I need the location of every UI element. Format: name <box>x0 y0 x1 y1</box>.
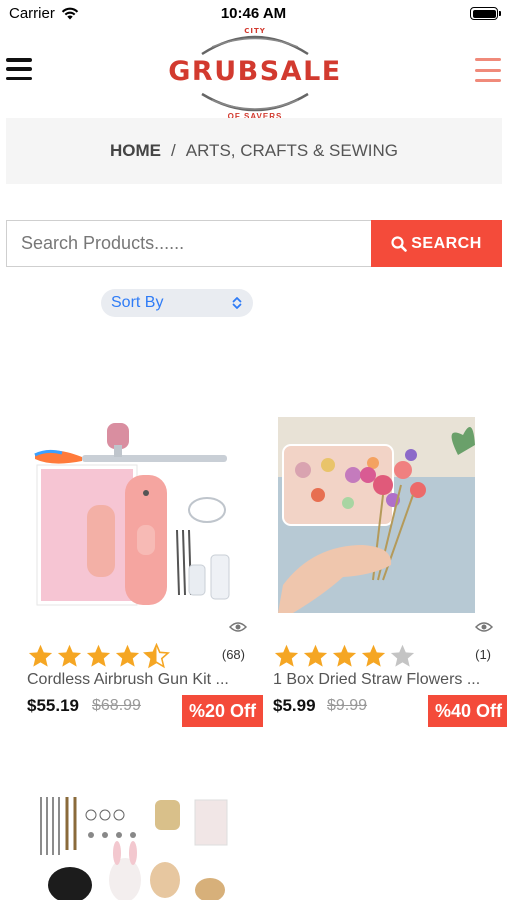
breadcrumb: HOME / ARTS, CRAFTS & SEWING <box>6 118 502 184</box>
eye-icon[interactable] <box>229 621 247 633</box>
product-image[interactable] <box>273 415 495 615</box>
product-price: $55.19 <box>27 696 79 715</box>
star-half-icon <box>143 643 170 669</box>
search-bar: SEARCH <box>6 220 502 267</box>
product-card[interactable] <box>27 795 249 900</box>
battery-icon <box>470 7 501 20</box>
star-full-icon <box>28 644 53 667</box>
discount-badge: %20 Off <box>181 695 263 727</box>
product-image[interactable] <box>27 415 249 615</box>
product-image[interactable] <box>35 795 235 900</box>
star-full-icon <box>332 644 357 667</box>
menu-icon[interactable] <box>6 58 32 80</box>
star-full-icon <box>303 644 328 667</box>
discount-badge: %40 Off <box>427 695 507 727</box>
star-full-icon <box>86 644 111 667</box>
breadcrumb-home[interactable]: HOME <box>110 141 161 161</box>
search-button-label: SEARCH <box>411 234 482 252</box>
breadcrumb-separator: / <box>171 141 176 160</box>
product-name[interactable]: Cordless Airbrush Gun Kit ... <box>27 671 249 689</box>
breadcrumb-current: ARTS, CRAFTS & SEWING <box>185 141 398 160</box>
star-full-icon <box>115 644 140 667</box>
search-icon <box>391 235 408 252</box>
product-card[interactable]: (1) 1 Box Dried Straw Flowers ... $5.99 … <box>273 415 507 735</box>
product-old-price: $68.99 <box>92 697 141 714</box>
star-full-icon <box>57 644 82 667</box>
sort-by-select[interactable]: Sort By <box>101 289 253 317</box>
cart-menu-icon[interactable] <box>475 58 501 82</box>
product-card[interactable]: (68) Cordless Airbrush Gun Kit ... $55.1… <box>27 415 263 735</box>
chevron-updown-icon <box>232 297 242 309</box>
search-input[interactable] <box>6 220 371 267</box>
logo-name: GRUBSALE <box>168 56 342 87</box>
star-empty-icon <box>390 644 415 667</box>
eye-icon[interactable] <box>475 621 493 633</box>
review-count: (68) <box>221 647 245 662</box>
star-full-icon <box>361 644 386 667</box>
product-name[interactable]: 1 Box Dried Straw Flowers ... <box>273 671 495 689</box>
svg-text:CITY: CITY <box>244 27 266 35</box>
status-bar: Carrier 10:46 AM <box>0 0 507 28</box>
search-button[interactable]: SEARCH <box>371 220 502 267</box>
sort-by-label: Sort By <box>111 294 164 311</box>
rating-stars <box>27 643 170 670</box>
product-price: $5.99 <box>273 696 316 715</box>
review-count: (1) <box>475 647 491 662</box>
rating-stars <box>273 643 416 670</box>
product-old-price: $9.99 <box>327 697 368 714</box>
logo[interactable]: CITY GRUBSALE OF SAVERS <box>150 26 360 126</box>
star-full-icon <box>274 644 299 667</box>
clock: 10:46 AM <box>220 5 287 22</box>
